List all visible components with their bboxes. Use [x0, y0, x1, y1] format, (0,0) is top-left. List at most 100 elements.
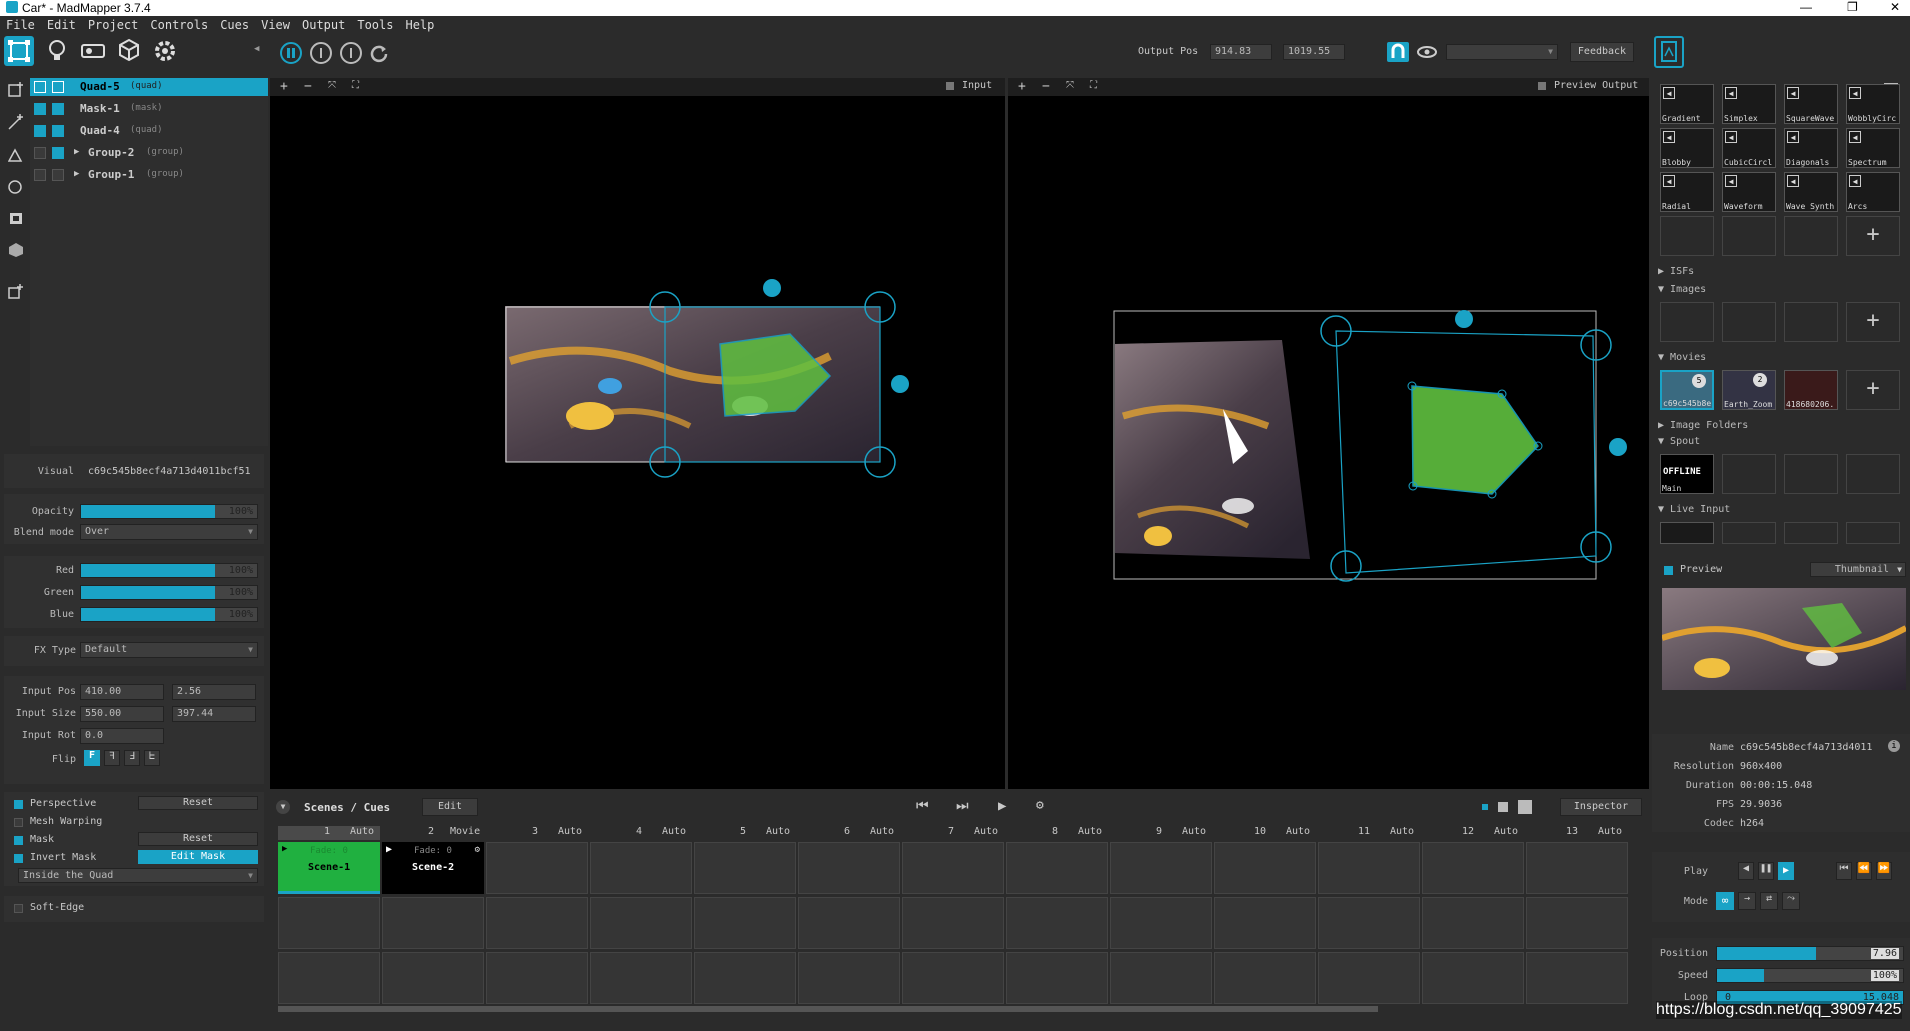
mesh-warping-checkbox[interactable]	[14, 818, 23, 827]
expand-arrow-icon[interactable]: ▶	[74, 169, 79, 179]
cue-slot[interactable]	[278, 897, 380, 949]
preview-output-view[interactable]: + − ⤧ ⛶ Preview Output	[1008, 78, 1649, 789]
reverse-play-icon[interactable]: ◀	[1738, 862, 1754, 880]
spout-item[interactable]: OFFLINE Main	[1660, 454, 1714, 494]
cue-slot[interactable]	[486, 842, 588, 894]
movie-item[interactable]: 5 c69c545b8e	[1660, 370, 1714, 410]
next-icon[interactable]: ⏭	[956, 798, 969, 814]
cue-slot[interactable]	[694, 897, 796, 949]
mask-mode-select[interactable]: Inside the Quad ▼	[18, 868, 258, 883]
cue-slot[interactable]	[694, 952, 796, 1004]
flip-none-button[interactable]: F	[84, 750, 100, 766]
cue-slot[interactable]	[902, 897, 1004, 949]
cue-slot[interactable]	[798, 897, 900, 949]
cue-slot[interactable]	[1422, 952, 1524, 1004]
menu-tools[interactable]: Tools	[357, 18, 393, 32]
cue-slot[interactable]	[798, 842, 900, 894]
red-slider[interactable]: 100%	[80, 563, 258, 578]
gear-icon[interactable]: ⚙	[1036, 798, 1044, 813]
output-canvas[interactable]	[1008, 96, 1649, 789]
cue-slot[interactable]	[486, 897, 588, 949]
generator-slot[interactable]	[1660, 216, 1714, 256]
size-medium-icon[interactable]	[1498, 802, 1508, 812]
green-slider[interactable]: 100%	[80, 585, 258, 600]
output-pos-y-field[interactable]: 1019.55	[1283, 44, 1345, 60]
view-toggle-icon[interactable]	[946, 82, 954, 90]
once-mode-icon[interactable]: →	[1738, 892, 1756, 910]
generator-item[interactable]: ◀ CubicCircl	[1722, 128, 1776, 168]
cue-column-header[interactable]: 2 Movie	[382, 826, 484, 840]
image-slot[interactable]	[1722, 302, 1776, 342]
flip-hv-button[interactable]: ᖶ	[144, 750, 160, 766]
generator-slot[interactable]	[1784, 216, 1838, 256]
lock-icon[interactable]	[52, 81, 64, 93]
lock-icon[interactable]	[52, 169, 64, 181]
cue-slot[interactable]	[1214, 842, 1316, 894]
add-circle-icon[interactable]	[8, 178, 24, 194]
live-input-slot[interactable]	[1722, 522, 1776, 544]
generator-item[interactable]: ◀ Waveform	[1722, 172, 1776, 212]
loop-mode-icon[interactable]: ∞	[1716, 892, 1734, 910]
visibility-checkbox[interactable]	[34, 147, 46, 159]
cue-slot[interactable]	[1318, 952, 1420, 1004]
add-generator-button[interactable]: +	[1846, 216, 1900, 256]
cue-column-header[interactable]: 11 Auto	[1318, 826, 1420, 840]
perspective-reset-button[interactable]: Reset	[138, 796, 258, 810]
cue-slot[interactable]	[1422, 842, 1524, 894]
visibility-checkbox[interactable]	[34, 169, 46, 181]
stop-button[interactable]	[310, 42, 332, 64]
add-line-icon[interactable]	[8, 114, 24, 130]
visibility-checkbox[interactable]	[34, 81, 46, 93]
preview-checkbox[interactable]	[1664, 566, 1673, 575]
cue-slot[interactable]	[1526, 897, 1628, 949]
add-quad-icon[interactable]	[8, 82, 24, 98]
cue-column-header[interactable]: 8 Auto	[1006, 826, 1108, 840]
feedback-button[interactable]: Feedback	[1570, 42, 1634, 62]
cue-column-header[interactable]: 7 Auto	[902, 826, 1004, 840]
mask-checkbox[interactable]	[14, 836, 23, 845]
expand-arrow-icon[interactable]: ▶	[74, 147, 79, 157]
cue-slot[interactable]	[1318, 842, 1420, 894]
cue-slot[interactable]	[590, 952, 692, 1004]
spout-slot[interactable]	[1846, 454, 1900, 494]
input-rot-field[interactable]: 0.0	[80, 728, 164, 744]
cue-column-header[interactable]: 4 Auto	[590, 826, 692, 840]
skip-start-icon[interactable]: ⏮	[1836, 862, 1852, 880]
menu-project[interactable]: Project	[88, 18, 139, 32]
menu-output[interactable]: Output	[302, 18, 345, 32]
generator-item[interactable]: ◀ Gradient	[1660, 84, 1714, 124]
zoom-out-icon[interactable]: −	[1042, 79, 1050, 94]
lock-icon[interactable]	[52, 125, 64, 137]
generator-item[interactable]: ◀ Arcs	[1846, 172, 1900, 212]
pause-all-button[interactable]	[280, 42, 302, 64]
cue-slot[interactable]	[1110, 952, 1212, 1004]
cue-slot[interactable]	[278, 952, 380, 1004]
cue-column-header[interactable]: 13 Auto	[1526, 826, 1628, 840]
cue-slot[interactable]	[1526, 952, 1628, 1004]
cue-slot[interactable]	[1110, 897, 1212, 949]
pause-icon[interactable]: ❚❚	[1758, 862, 1774, 880]
cue-slot[interactable]	[590, 842, 692, 894]
speed-slider[interactable]: 100%	[1716, 968, 1904, 983]
cue-slot[interactable]	[1006, 897, 1108, 949]
cue-slot[interactable]	[1006, 952, 1108, 1004]
layer-row[interactable]: Quad-5 (quad)	[30, 78, 268, 96]
spout-slot[interactable]	[1722, 454, 1776, 494]
spout-slot[interactable]	[1784, 454, 1838, 494]
play-icon[interactable]: ▶	[998, 798, 1006, 814]
add-movie-button[interactable]: +	[1846, 370, 1900, 410]
input-pos-x-field[interactable]: 410.00	[80, 684, 164, 700]
generator-item[interactable]: ◀ Blobby	[1660, 128, 1714, 168]
cues-edit-button[interactable]: Edit	[422, 798, 478, 816]
menu-controls[interactable]: Controls	[150, 18, 208, 32]
size-small-icon[interactable]	[1482, 804, 1488, 810]
menu-help[interactable]: Help	[405, 18, 434, 32]
cue-slot[interactable]	[1318, 897, 1420, 949]
generator-item[interactable]: ◀ Radial	[1660, 172, 1714, 212]
input-canvas[interactable]	[270, 96, 1005, 789]
cue-slot[interactable]	[902, 952, 1004, 1004]
collapse-icon[interactable]: ◀	[254, 44, 264, 56]
add-triangle-icon[interactable]	[8, 146, 24, 162]
movies-header[interactable]: ▼ Movies	[1658, 352, 1706, 363]
live-input-slot[interactable]	[1846, 522, 1900, 544]
